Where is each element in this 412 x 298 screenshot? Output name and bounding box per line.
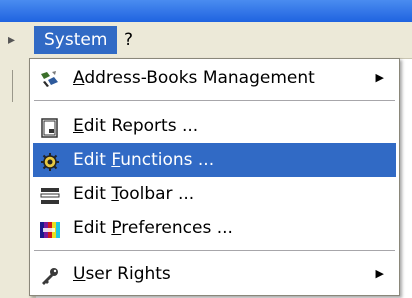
toolbar-separator <box>12 70 13 102</box>
menu-item-label: Edit Reports ... <box>73 116 199 136</box>
menu-item-label: Edit Functions ... <box>73 150 215 170</box>
menu-separator <box>34 250 395 254</box>
menu-item-label: Address-Books Management <box>73 68 315 88</box>
submenu-arrow-icon: ▶ <box>375 267 384 280</box>
submenu-arrow-icon: ▶ <box>375 71 384 84</box>
menu-item-address-books[interactable]: Address-Books Management ▶ <box>33 61 396 95</box>
preferences-color-icon <box>39 218 61 238</box>
menu-help[interactable]: ? <box>114 26 143 54</box>
toolbar-icon <box>39 184 61 204</box>
system-dropdown-menu: Address-Books Management ▶ Edit Reports … <box>29 58 400 296</box>
menu-item-label: Edit Preferences ... <box>73 218 233 238</box>
menu-item-edit-preferences[interactable]: Edit Preferences ... <box>33 211 396 245</box>
menu-item-edit-reports[interactable]: Edit Reports ... <box>33 109 396 143</box>
menu-separator <box>34 100 395 104</box>
address-books-icon <box>39 68 61 88</box>
menu-item-edit-toolbar[interactable]: Edit Toolbar ... <box>33 177 396 211</box>
menu-system[interactable]: System <box>34 26 118 54</box>
menu-item-label: Edit Toolbar ... <box>73 184 195 204</box>
window-title-bar <box>0 0 412 22</box>
key-icon <box>39 264 61 285</box>
menu-system-label: System <box>44 30 108 50</box>
report-icon <box>39 116 61 138</box>
menu-bar: ▸ System ? <box>0 22 412 59</box>
menu-item-user-rights[interactable]: User Rights ▶ <box>33 257 396 291</box>
menubar-grip: ▸ <box>8 32 16 48</box>
functions-gear-icon <box>39 150 61 171</box>
menu-item-label: User Rights <box>73 264 171 284</box>
menu-item-edit-functions[interactable]: Edit Functions ... <box>33 143 396 177</box>
menu-help-label: ? <box>124 30 134 50</box>
